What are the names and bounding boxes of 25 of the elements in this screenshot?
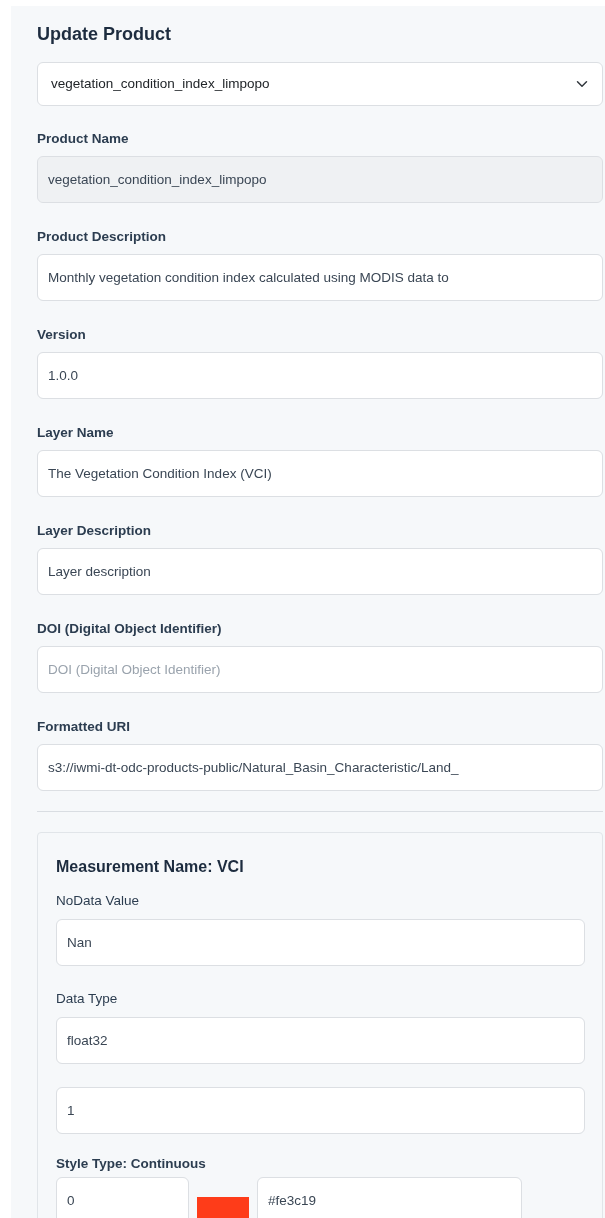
field-label: Version xyxy=(37,326,87,344)
input-field[interactable]: DOI (Digital Object Identifier) xyxy=(37,646,603,693)
field-label: NoData Value xyxy=(56,892,141,910)
field-label: DOI (Digital Object Identifier) xyxy=(37,620,223,638)
field-label: Layer Description xyxy=(37,522,153,540)
field-label: Product Name xyxy=(37,130,130,148)
field-label: Data Type xyxy=(56,990,119,1008)
input-field[interactable]: 0 xyxy=(56,1177,189,1218)
section-title: Measurement Name: VCI xyxy=(56,857,245,877)
field-label: Layer Name xyxy=(37,424,115,442)
field-label: Product Description xyxy=(37,228,167,246)
input-field[interactable]: 1.0.0 xyxy=(37,352,603,399)
input-field[interactable]: Monthly vegetation condition index calculated using MODIS data to xyxy=(37,254,603,301)
field-label: Formatted URI xyxy=(37,718,131,736)
input-field[interactable]: The Vegetation Condition Index (VCI) xyxy=(37,450,603,497)
input-field[interactable]: Layer description xyxy=(37,548,603,595)
input-field[interactable]: Nan xyxy=(56,919,585,966)
input-field[interactable]: #fe3c19 xyxy=(257,1177,522,1218)
input-field[interactable]: 1 xyxy=(56,1087,585,1134)
form-title: Update Product xyxy=(37,23,172,46)
color-swatch[interactable] xyxy=(197,1197,249,1218)
product-dropdown[interactable]: vegetation_condition_index_limpopo xyxy=(37,62,603,106)
field-label: Style Type: Continuous xyxy=(56,1155,207,1173)
input-field[interactable]: float32 xyxy=(56,1017,585,1064)
input-field[interactable]: s3://iwmi-dt-odc-products-public/Natural_Basin_Characteristic/Land_ xyxy=(37,744,603,791)
